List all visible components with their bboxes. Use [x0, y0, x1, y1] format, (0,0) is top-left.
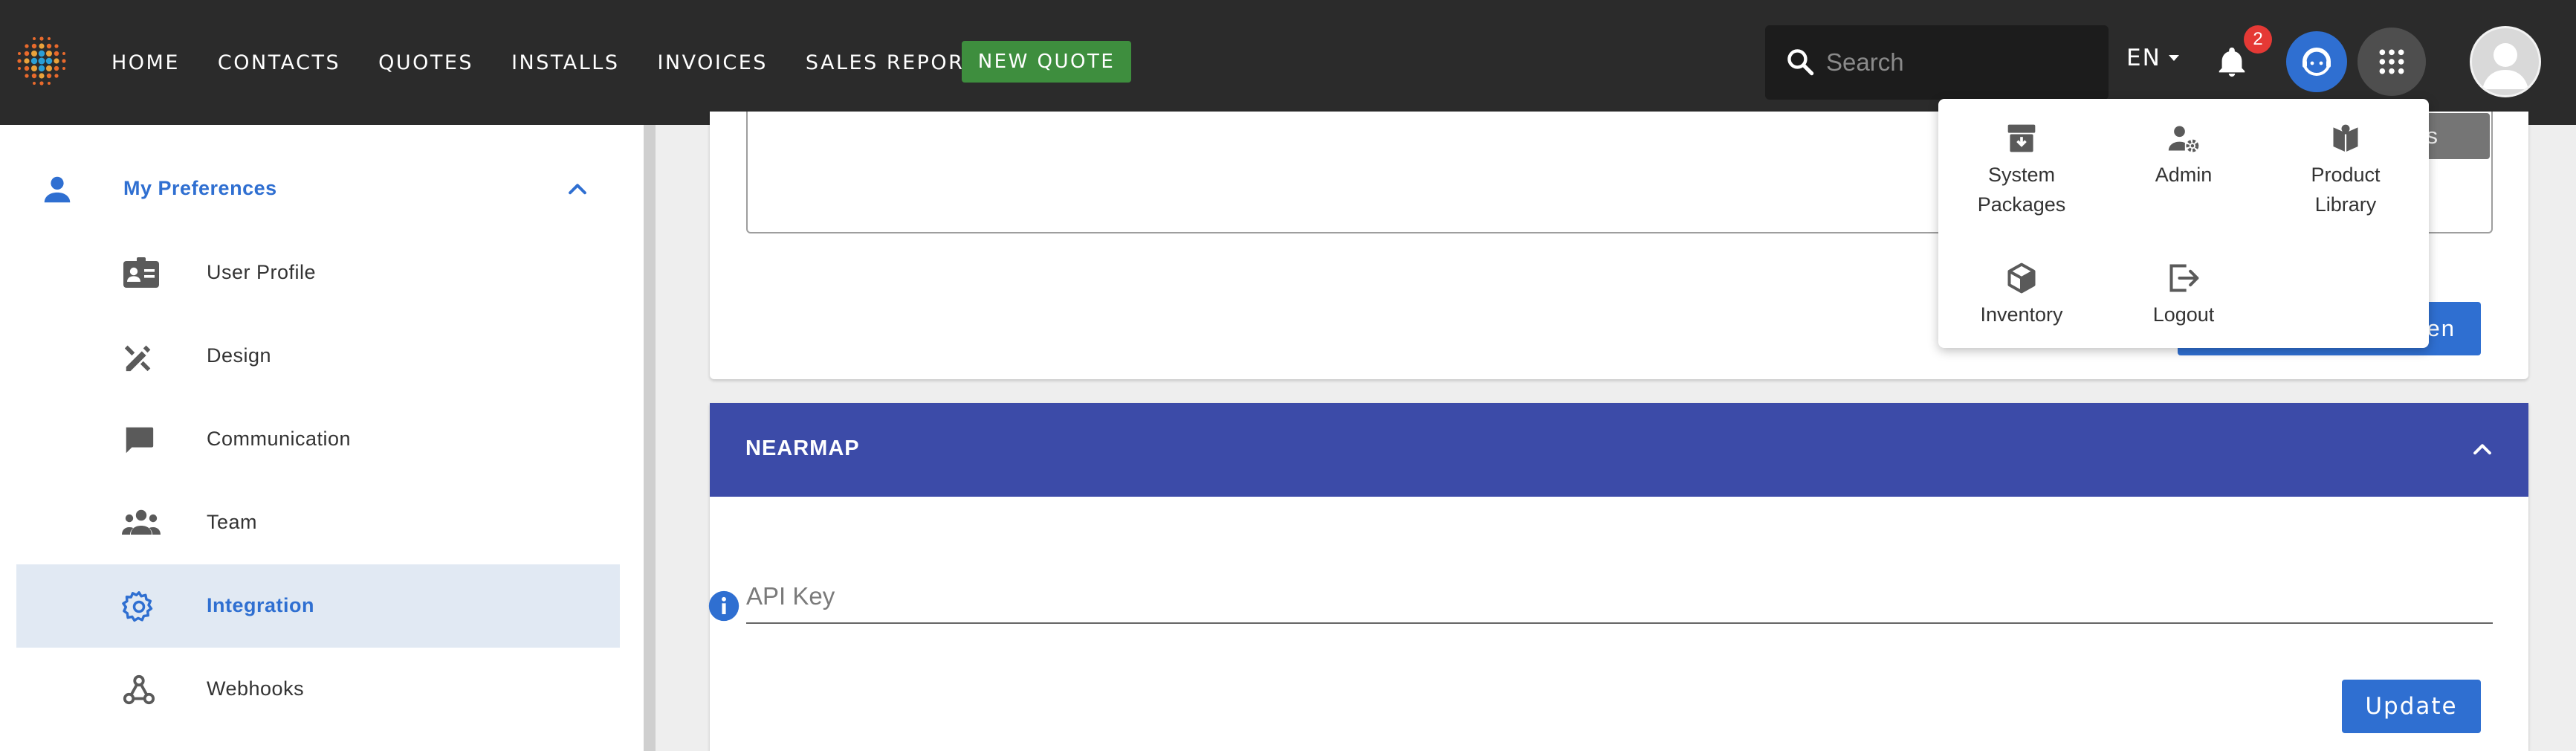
menu-item-label: Product	[2311, 164, 2381, 186]
sidebar: My Preferences User Profile Design Commu…	[0, 125, 644, 751]
chevron-up-icon[interactable]	[565, 177, 590, 202]
support-chat-button[interactable]	[2286, 31, 2347, 92]
sidebar-item-label: Integration	[207, 594, 314, 616]
bell-icon[interactable]	[2215, 45, 2249, 80]
chat-icon	[126, 427, 154, 454]
my-preferences-header[interactable]: My Preferences	[0, 155, 644, 222]
search-input[interactable]	[1826, 44, 2094, 81]
sidebar-item-label: User Profile	[207, 261, 317, 283]
nav-quotes[interactable]: QUOTES	[378, 51, 473, 74]
nav-installs[interactable]: INSTALLS	[511, 51, 619, 74]
sidebar-item-label: Webhooks	[207, 677, 305, 700]
sidebar-item-label: Team	[207, 511, 258, 533]
menu-item-label: Packages	[1977, 193, 2066, 216]
user-gear-icon	[2168, 126, 2199, 152]
sidebar-item-communication[interactable]: Communication	[16, 398, 620, 481]
company-logo[interactable]	[15, 34, 68, 88]
webhook-icon	[123, 674, 155, 705]
logout-icon	[2169, 264, 2199, 292]
language-label: EN	[2126, 45, 2161, 71]
nearmap-title: NEARMAP	[745, 436, 860, 460]
apps-grid-icon	[2379, 49, 2404, 74]
design-tools-icon	[124, 345, 151, 372]
archive-box-icon	[2007, 124, 2036, 152]
menu-item-inventory[interactable]: Inventory	[1951, 262, 2092, 329]
book-icon	[2333, 124, 2358, 152]
menu-item-label: Library	[2314, 193, 2377, 216]
user-avatar[interactable]	[2470, 26, 2541, 97]
nearmap-header[interactable]: NEARMAP	[710, 403, 2528, 497]
api-key-field[interactable]: API Key	[746, 582, 835, 610]
main-nav: HOME CONTACTS QUOTES INSTALLS INVOICES S…	[111, 0, 1029, 125]
sidebar-scrollbar[interactable]	[644, 125, 656, 751]
menu-item-label: Inventory	[1980, 303, 2063, 326]
sidebar-item-webhooks[interactable]: Webhooks	[16, 648, 620, 731]
apps-menu-button[interactable]	[2357, 28, 2426, 96]
sidebar-item-label: Communication	[207, 428, 352, 450]
person-icon	[44, 176, 71, 203]
language-selector[interactable]: EN	[2126, 45, 2179, 71]
notification-badge: 2	[2244, 25, 2272, 54]
menu-item-logout[interactable]: Logout	[2113, 262, 2254, 329]
sidebar-item-integration[interactable]: Integration	[16, 564, 620, 648]
apps-dropdown: System Packages Admin Product Library In…	[1938, 99, 2429, 348]
nav-invoices[interactable]: INVOICES	[657, 51, 767, 74]
menu-item-label: System	[1987, 164, 2056, 186]
team-icon	[122, 509, 161, 535]
sidebar-item-design[interactable]: Design	[16, 315, 620, 398]
info-icon[interactable]	[708, 590, 740, 622]
menu-item-admin[interactable]: Admin	[2113, 123, 2254, 190]
menu-item-label: Admin	[2155, 164, 2213, 186]
menu-item-product-library[interactable]: Product Library	[2275, 123, 2416, 219]
search-box	[1765, 25, 2109, 100]
user-silhouette-icon	[2482, 43, 2528, 89]
sidebar-item-label: Design	[207, 344, 272, 367]
api-key-underline	[746, 622, 2493, 624]
update-button[interactable]: Update	[2342, 680, 2481, 733]
id-card-icon	[123, 257, 159, 288]
cube-icon	[2007, 262, 2036, 294]
gear-icon	[122, 591, 153, 622]
menu-item-label: Logout	[2152, 303, 2215, 326]
search-icon	[1787, 49, 1814, 76]
chevron-up-icon[interactable]	[2470, 437, 2495, 462]
chevron-down-icon	[2168, 55, 2179, 61]
menu-item-system-packages[interactable]: System Packages	[1951, 123, 2092, 219]
new-quote-button[interactable]: NEW QUOTE	[962, 41, 1131, 83]
support-agent-icon	[2302, 48, 2331, 76]
my-preferences-label: My Preferences	[123, 177, 277, 199]
nav-home[interactable]: HOME	[111, 51, 180, 74]
nav-contacts[interactable]: CONTACTS	[218, 51, 340, 74]
sidebar-item-team[interactable]: Team	[16, 481, 620, 564]
sidebar-item-user-profile[interactable]: User Profile	[16, 231, 620, 315]
